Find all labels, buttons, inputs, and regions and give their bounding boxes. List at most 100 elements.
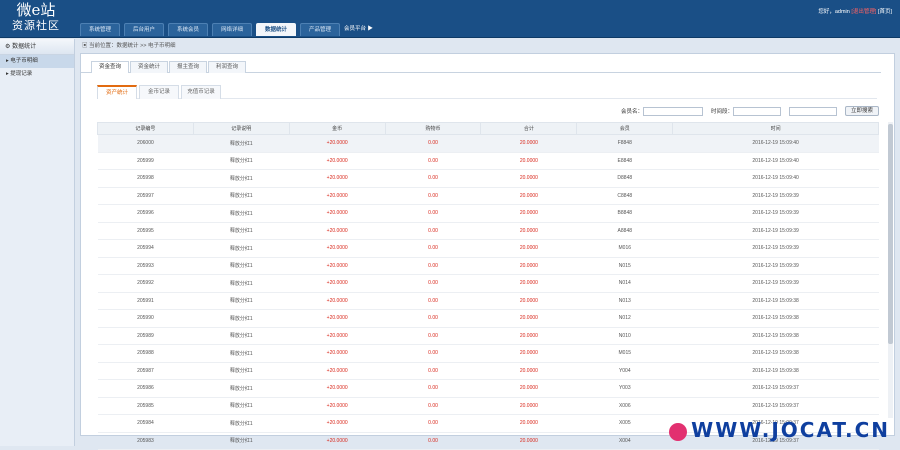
table-cell: 205993 <box>97 257 194 275</box>
table-cell: M016 <box>576 239 673 258</box>
tab-asset-stats[interactable]: 资产统计 <box>97 85 137 99</box>
table-cell: 20.0000 <box>480 362 577 380</box>
tab-report-query[interactable]: 报主查询 <box>169 61 207 73</box>
table-cell: N014 <box>576 274 673 293</box>
sidebar-item-coin-detail[interactable]: ▸ 电子币明细 <box>0 55 74 68</box>
search-button[interactable]: 立即搜索 <box>845 106 880 116</box>
table-cell: +20.0000 <box>289 309 386 328</box>
table-row[interactable]: 205995 释放分红1 +20.0000 0.00 20.0000 A8848 2016-… <box>97 222 879 240</box>
table-cell: 2016-12-19 15:09:40 <box>672 169 879 188</box>
nav-tab-members[interactable]: 系统会员 <box>168 23 208 36</box>
table-row[interactable]: 205991 释放分红1 +20.0000 0.00 20.0000 N013 2016-1… <box>97 292 879 310</box>
end-date-input[interactable] <box>789 106 838 116</box>
main-content: 资金查询 资金统计 报主查询 利润查询 资产统计 金币记录 充值币记录 会员名：… <box>80 53 895 450</box>
sidebar-item-label: 电子币明细 <box>10 58 38 64</box>
table-row[interactable]: 206000 释放分红1 +20.0000 0.00 20.0000 F8848 2016-… <box>97 134 879 153</box>
table-row[interactable]: 205993 释放分红1 +20.0000 0.00 20.0000 N015 2016-1… <box>97 257 879 275</box>
member-input[interactable] <box>643 106 704 116</box>
table-cell: 0.00 <box>385 292 481 310</box>
table-cell: +20.0000 <box>289 204 386 223</box>
nav-tab-network[interactable]: 网络详细 <box>212 23 252 36</box>
table-row[interactable]: 205986 释放分红1 +20.0000 0.00 20.0000 Y003 2016-1… <box>97 379 879 398</box>
table-row[interactable]: 205985 释放分红1 +20.0000 0.00 20.0000 X006 2016-1… <box>97 397 879 415</box>
table-row[interactable]: 205989 释放分红1 +20.0000 0.00 20.0000 N010 2016-1… <box>97 327 879 345</box>
primary-tabs: 资金查询 资金统计 报主查询 利润查询 <box>81 61 881 73</box>
table-cell: 20.0000 <box>480 344 577 363</box>
table-row[interactable]: 205997 释放分红1 +20.0000 0.00 20.0000 C8848 2016-… <box>97 187 879 205</box>
table-cell: 0.00 <box>385 327 481 345</box>
table-cell: 释放分红1 <box>193 134 290 153</box>
table-cell: 205983 <box>97 432 194 450</box>
table-row[interactable]: 205996 释放分红1 +20.0000 0.00 20.0000 B8848 2016-… <box>97 204 879 223</box>
tab-fund-stats[interactable]: 资金统计 <box>130 61 168 73</box>
records-table: 记录编号 记录说明 金币 购物币 合计 会员 时间 206000 释放分红1 +20.0000 0… <box>97 122 879 450</box>
table-cell: 0.00 <box>385 344 481 363</box>
scrollbar[interactable] <box>888 122 893 418</box>
tab-recharge-records[interactable]: 充值币记录 <box>181 85 221 99</box>
table-row[interactable]: 205994 释放分红1 +20.0000 0.00 20.0000 M016 2016-1… <box>97 239 879 258</box>
table-cell: 0.00 <box>385 274 481 293</box>
table-cell: A8848 <box>576 222 673 240</box>
table-cell: N015 <box>576 257 673 275</box>
table-cell: 释放分红1 <box>193 432 290 450</box>
table-cell: 205986 <box>97 379 194 398</box>
table-cell: +20.0000 <box>289 397 386 415</box>
table-row[interactable]: 205999 释放分红1 +20.0000 0.00 20.0000 E8848 2016-… <box>97 152 879 170</box>
table-row[interactable]: 205987 释放分红1 +20.0000 0.00 20.0000 Y004 2016-1… <box>97 362 879 380</box>
table-cell: 释放分红1 <box>193 239 290 258</box>
home-link[interactable]: [首页] <box>878 9 892 15</box>
table-cell: 205997 <box>97 187 194 205</box>
column-header: 记录编号 <box>97 122 194 135</box>
table-row[interactable]: 205990 释放分红1 +20.0000 0.00 20.0000 N012 2016-1… <box>97 309 879 328</box>
filter-bar: 会员名： 时间段： 立即搜索 <box>621 106 880 116</box>
table-cell: 0.00 <box>385 362 481 380</box>
table-cell: 0.00 <box>385 204 481 223</box>
logo-line2: 资源社区 <box>12 19 60 32</box>
table-cell: 释放分红1 <box>193 414 290 433</box>
sidebar-head[interactable]: ⚙ 数据统计 <box>0 39 74 55</box>
table-row[interactable]: 205988 释放分红1 +20.0000 0.00 20.0000 M015 2016-1… <box>97 344 879 363</box>
sidebar-item-withdraw[interactable]: ▸ 提现记录 <box>0 68 74 81</box>
table-cell: 205989 <box>97 327 194 345</box>
table-cell: X006 <box>576 397 673 415</box>
table-cell: +20.0000 <box>289 169 386 188</box>
logo-line1: 微e站 <box>16 1 56 19</box>
table-cell: +20.0000 <box>289 222 386 240</box>
logout-link[interactable]: [退出管理] <box>851 9 876 15</box>
table-cell: 2016-12-19 15:09:39 <box>672 257 879 275</box>
table-cell: 释放分红1 <box>193 379 290 398</box>
table-cell: 20.0000 <box>480 327 577 345</box>
nav-tab-system[interactable]: 系统管理 <box>80 23 120 36</box>
table-cell: 释放分红1 <box>193 152 290 170</box>
scrollbar-thumb[interactable] <box>888 124 893 344</box>
tab-profit-query[interactable]: 利润查询 <box>208 61 246 73</box>
table-cell: 0.00 <box>385 222 481 240</box>
table-cell: 释放分红1 <box>193 344 290 363</box>
nav-tab-admin-users[interactable]: 后台用户 <box>124 23 164 36</box>
tab-fund-query[interactable]: 资金查询 <box>91 61 129 73</box>
table-cell: 20.0000 <box>480 397 577 415</box>
table-cell: 0.00 <box>385 397 481 415</box>
table-row[interactable]: 205998 释放分红1 +20.0000 0.00 20.0000 D8848 2016-… <box>97 169 879 188</box>
table-cell: X004 <box>576 432 673 450</box>
table-cell: E8848 <box>576 152 673 170</box>
table-cell: 20.0000 <box>480 222 577 240</box>
cat-logo-icon <box>669 422 688 441</box>
table-row[interactable]: 205992 释放分红1 +20.0000 0.00 20.0000 N014 2016-1… <box>97 274 879 293</box>
start-date-input[interactable] <box>733 106 782 116</box>
nav-tab-member-platform[interactable]: 会员平台 ▶ <box>344 23 388 36</box>
table-cell: 0.00 <box>385 187 481 205</box>
nav-tab-products[interactable]: 产品管理 <box>300 23 340 36</box>
table-cell: 释放分红1 <box>193 222 290 240</box>
time-label: 时间段： <box>711 109 734 115</box>
table-cell: 释放分红1 <box>193 327 290 345</box>
nav-tab-statistics[interactable]: 数据统计 <box>256 23 296 36</box>
table-cell: 205987 <box>97 362 194 380</box>
table-cell: 205998 <box>97 169 194 188</box>
table-cell: 释放分红1 <box>193 397 290 415</box>
table-cell: 0.00 <box>385 379 481 398</box>
table-cell: 2016-12-19 15:09:39 <box>672 204 879 223</box>
tab-coin-records[interactable]: 金币记录 <box>139 85 179 99</box>
watermark-text: WWW.JOCAT.CN <box>691 418 890 442</box>
table-cell: B8848 <box>576 204 673 223</box>
